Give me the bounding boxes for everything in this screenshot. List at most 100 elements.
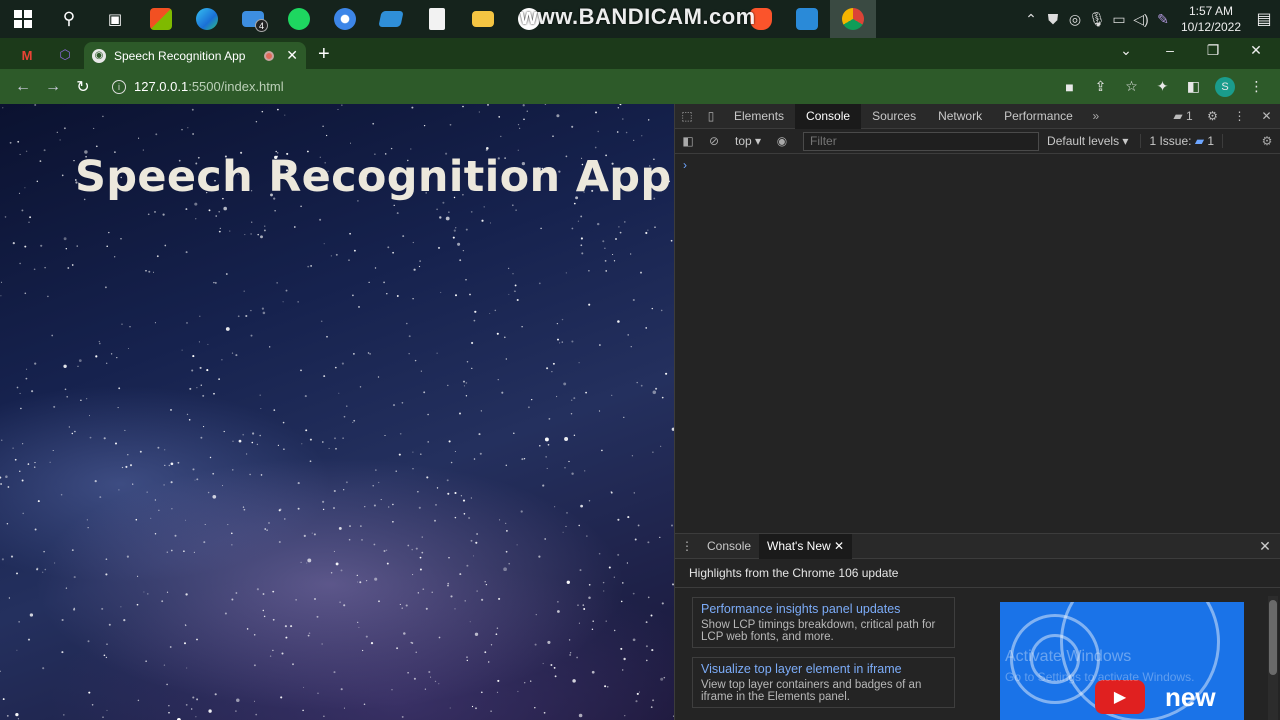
console-filter-input[interactable] [803, 131, 1040, 151]
mail-app[interactable]: 4 [230, 0, 276, 38]
address-bar[interactable]: i 127.0.0.1:5500/index.html [112, 79, 284, 94]
drawer-scrollbar[interactable] [1268, 596, 1278, 720]
slides-app[interactable] [368, 0, 414, 38]
task-view-button[interactable]: ▣ [92, 0, 138, 38]
vscode-app[interactable] [784, 0, 830, 38]
start-button[interactable] [0, 0, 46, 38]
security-icon[interactable]: ⛊ [1042, 0, 1064, 38]
close-devtools-icon[interactable]: ✕ [1253, 109, 1280, 123]
scrollbar-thumb[interactable] [1269, 600, 1277, 675]
vscode-icon [796, 8, 818, 30]
store-icon [150, 8, 172, 30]
pinned-tab-extension[interactable]: ⬡ [52, 44, 78, 66]
tab-network[interactable]: Network [927, 104, 993, 129]
more-menu-icon[interactable]: ⋮ [1241, 78, 1272, 95]
settings-gear-icon[interactable]: ⚙ [1199, 109, 1226, 123]
profile-avatar[interactable]: S [1215, 76, 1235, 97]
search-button[interactable]: ⚲ [46, 0, 92, 38]
close-whats-new-icon[interactable]: ✕ [834, 539, 844, 553]
system-tray: ⌃ ⛊ ◎ 🎙︎ ▭ ◁) ✎ 1:57 AM 10/12/2022 ▤ [1020, 0, 1280, 38]
card-title[interactable]: Visualize top layer element in iframe [701, 662, 946, 676]
messages-badge[interactable]: ▰ 1 [1167, 109, 1199, 123]
messages-count: 1 [1185, 109, 1193, 123]
store-app[interactable] [138, 0, 184, 38]
browser-toolbar: ← → ↻ i 127.0.0.1:5500/index.html ■ ⇪ ☆ … [0, 69, 1280, 104]
drawer-tab-whats-new[interactable]: What's New ✕ [759, 533, 853, 559]
inspect-element-icon[interactable]: ⬚ [675, 109, 699, 123]
close-drawer-icon[interactable]: ✕ [1250, 538, 1280, 555]
tab-elements[interactable]: Elements [723, 104, 795, 129]
tab-console[interactable]: Console [795, 103, 862, 129]
network-icon[interactable]: ▭ [1108, 0, 1130, 38]
console-toolbar: ◧ ⊘ top ▾ ◉ Default levels ▾ 1 Issue: ▰ … [675, 129, 1280, 154]
notepad-app[interactable] [414, 0, 460, 38]
whats-new-card[interactable]: Visualize top layer element in iframe Vi… [692, 657, 955, 708]
search-icon: ⚲ [62, 9, 76, 28]
tab-title: Speech Recognition App [114, 48, 246, 63]
sidebar-toggle-icon[interactable]: ◧ [675, 134, 701, 148]
spotify-icon [288, 8, 310, 30]
blue-app[interactable] [322, 0, 368, 38]
forward-button[interactable]: → [38, 78, 68, 96]
explorer-app[interactable] [460, 0, 506, 38]
console-settings-icon[interactable]: ⚙ [1254, 134, 1280, 148]
drawer-tab-console[interactable]: Console [699, 534, 759, 559]
reload-button[interactable]: ↻ [68, 77, 98, 97]
globe-icon: ◉ [92, 48, 106, 63]
bandicam-watermark: www.BANDICAM.com [520, 4, 756, 29]
site-info-icon[interactable]: i [112, 79, 126, 94]
folder-icon [472, 11, 494, 27]
gmail-pinned-tab[interactable]: M [14, 44, 40, 66]
notifications-icon[interactable]: ▤ [1248, 0, 1280, 38]
console-prompt-icon[interactable]: › [683, 158, 687, 172]
active-tab[interactable]: ◉ Speech Recognition App ✕ [84, 42, 306, 69]
clock-date: 10/12/2022 [1180, 20, 1242, 34]
camera-icon[interactable]: ◎ [1064, 0, 1086, 38]
card-title[interactable]: Performance insights panel updates [701, 602, 946, 616]
microphone-icon[interactable]: 🎙︎ [1086, 0, 1108, 38]
context-value: top [735, 134, 752, 148]
devtools-panel: ⬚ ▯ Elements Console Sources Network Per… [674, 103, 1280, 720]
close-tab-icon[interactable]: ✕ [286, 47, 298, 64]
camera-indicator-icon[interactable]: ■ [1054, 79, 1085, 95]
windows-taskbar: ⚲ ▣ 4 www.BANDICAM.com ⌃ ⛊ ◎ 🎙︎ ▭ ◁) ✎ 1… [0, 0, 1280, 38]
devtools-more-icon[interactable]: ⋮ [1226, 109, 1253, 123]
side-panel-icon[interactable]: ◧ [1178, 78, 1209, 95]
device-toolbar-icon[interactable]: ▯ [699, 109, 723, 123]
tab-sources[interactable]: Sources [861, 104, 927, 129]
extensions-icon[interactable]: ✦ [1147, 78, 1178, 95]
issues-counter[interactable]: 1 Issue: ▰ 1 [1140, 134, 1224, 148]
close-window-button[interactable]: ✕ [1234, 42, 1278, 59]
chevron-up-icon[interactable]: ⌃ [1020, 0, 1042, 38]
pen-icon[interactable]: ✎ [1152, 0, 1174, 38]
clock-time: 1:57 AM [1188, 4, 1234, 18]
log-levels-dropdown[interactable]: Default levels ▾ [1047, 134, 1128, 148]
context-selector[interactable]: top ▾ [727, 134, 769, 148]
promo-new-text: new [1165, 682, 1216, 712]
tab-performance[interactable]: Performance [993, 104, 1084, 129]
minimize-button[interactable]: – [1148, 42, 1192, 58]
drawer-tabs: ⋮ Console What's New ✕ ✕ [675, 533, 1280, 559]
activate-windows-title: Activate Windows [1005, 648, 1132, 665]
bookmark-star-icon[interactable]: ☆ [1116, 78, 1147, 95]
recording-indicator-icon [264, 50, 275, 61]
more-tabs-icon[interactable]: » [1084, 109, 1108, 123]
new-tab-button[interactable]: + [318, 43, 330, 66]
tab-search-chevron-icon[interactable]: ⌄ [1104, 42, 1148, 59]
issues-icon: ▰ [1194, 134, 1205, 148]
clear-console-icon[interactable]: ⊘ [701, 134, 727, 148]
drawer-menu-icon[interactable]: ⋮ [675, 539, 699, 553]
volume-icon[interactable]: ◁) [1130, 0, 1152, 38]
devtools-tabs: ⬚ ▯ Elements Console Sources Network Per… [675, 103, 1280, 129]
whats-new-card[interactable]: Performance insights panel updates Show … [692, 597, 955, 648]
spotify-app[interactable] [276, 0, 322, 38]
clock[interactable]: 1:57 AM 10/12/2022 [1180, 3, 1242, 35]
back-button[interactable]: ← [8, 78, 38, 96]
youtube-play-icon[interactable]: ▶ [1095, 680, 1145, 714]
edge-app[interactable] [184, 0, 230, 38]
share-icon[interactable]: ⇪ [1085, 78, 1116, 95]
log-levels-value: Default levels [1047, 134, 1120, 148]
live-expression-eye-icon[interactable]: ◉ [769, 134, 795, 148]
restore-button[interactable]: ❐ [1191, 42, 1235, 59]
chrome-app[interactable] [830, 0, 876, 38]
